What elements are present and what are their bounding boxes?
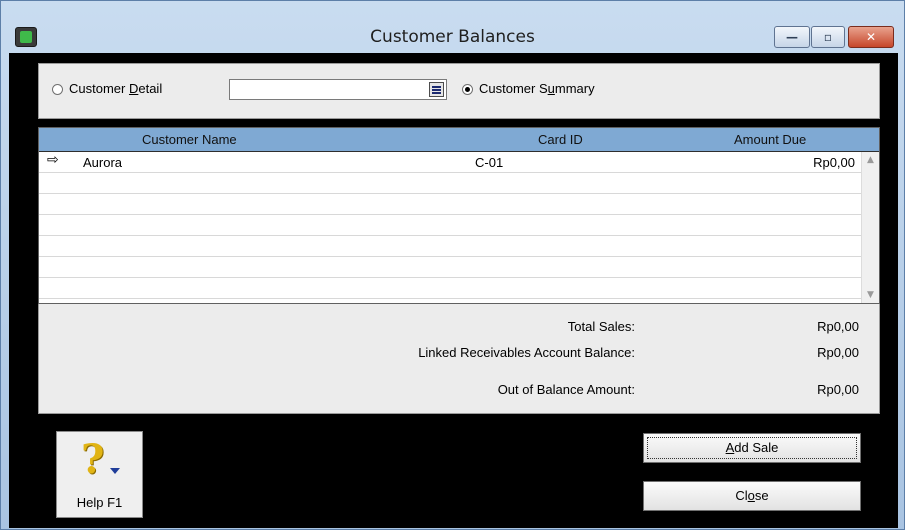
linked-receivables-label: Linked Receivables Account Balance: bbox=[418, 345, 635, 360]
out-of-balance-label: Out of Balance Amount: bbox=[497, 382, 635, 397]
table-header: Customer Name Card ID Amount Due bbox=[39, 128, 879, 152]
client-area: Customer Detail Customer Summary Custome… bbox=[9, 53, 898, 528]
customer-summary-radio[interactable] bbox=[462, 84, 473, 95]
scroll-down-icon[interactable]: ▼ bbox=[862, 287, 879, 303]
maximize-button[interactable]: ▫ bbox=[811, 26, 845, 48]
balances-table: Customer Name Card ID Amount Due ⇨ Auror… bbox=[38, 127, 880, 304]
table-row-empty[interactable] bbox=[39, 236, 861, 257]
total-sales-label: Total Sales: bbox=[567, 319, 635, 334]
maximize-icon: ▫ bbox=[823, 30, 833, 44]
card-id-cell: C-01 bbox=[475, 155, 504, 170]
column-header-customer-name[interactable]: Customer Name bbox=[142, 132, 237, 147]
customer-summary-label[interactable]: Customer Summary bbox=[479, 81, 595, 96]
linked-receivables-value: Rp0,00 bbox=[817, 345, 859, 360]
list-dropdown-icon[interactable] bbox=[429, 82, 444, 97]
help-question-icon: ? bbox=[81, 436, 105, 483]
table-row[interactable]: ⇨ Aurora C-01 Rp0,00 bbox=[39, 152, 861, 173]
total-sales-value: Rp0,00 bbox=[817, 319, 859, 334]
vertical-scrollbar[interactable]: ▲ ▼ bbox=[861, 152, 879, 303]
scroll-up-icon[interactable]: ▲ bbox=[862, 152, 879, 168]
column-header-card-id[interactable]: Card ID bbox=[538, 132, 583, 147]
title-bar[interactable]: Customer Balances — ▫ ✕ bbox=[1, 1, 904, 57]
add-sale-button[interactable]: Add Sale bbox=[643, 433, 861, 463]
table-row-empty[interactable] bbox=[39, 278, 861, 299]
close-button[interactable]: Close bbox=[643, 481, 861, 511]
minimize-icon: — bbox=[786, 30, 798, 44]
column-header-amount-due[interactable]: Amount Due bbox=[734, 132, 806, 147]
help-button-label: Help F1 bbox=[76, 495, 123, 510]
table-row-empty[interactable] bbox=[39, 215, 861, 236]
close-window-button[interactable]: ✕ bbox=[848, 26, 894, 48]
customer-name-cell: Aurora bbox=[83, 155, 123, 170]
totals-panel: Total Sales: Rp0,00 Linked Receivables A… bbox=[38, 304, 880, 414]
table-row-empty[interactable] bbox=[39, 194, 861, 215]
minimize-button[interactable]: — bbox=[774, 26, 810, 48]
help-button[interactable]: ? Help F1 bbox=[56, 431, 143, 518]
window-title: Customer Balances bbox=[370, 27, 535, 47]
customer-detail-radio[interactable] bbox=[52, 84, 63, 95]
amount-due-cell: Rp0,00 bbox=[813, 155, 855, 170]
view-options-panel: Customer Detail Customer Summary bbox=[38, 63, 880, 119]
drill-down-arrow-icon[interactable]: ⇨ bbox=[47, 152, 59, 168]
help-dropdown-icon bbox=[110, 468, 120, 474]
close-icon: ✕ bbox=[865, 30, 877, 44]
customer-detail-label[interactable]: Customer Detail bbox=[69, 81, 162, 96]
table-row-empty[interactable] bbox=[39, 173, 861, 194]
customer-balances-window: Customer Balances — ▫ ✕ Customer Detail … bbox=[0, 0, 905, 530]
out-of-balance-value: Rp0,00 bbox=[817, 382, 859, 397]
customer-select-combo[interactable] bbox=[229, 79, 447, 100]
table-row-empty[interactable] bbox=[39, 257, 861, 278]
